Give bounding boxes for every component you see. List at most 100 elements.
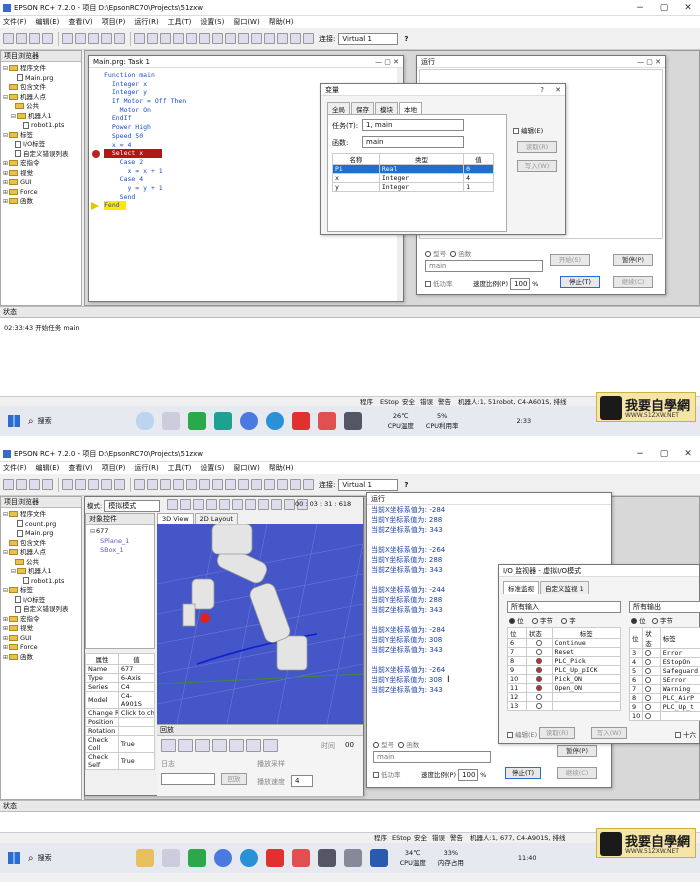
- menu-help[interactable]: 帮助(H): [269, 17, 294, 27]
- radio-byte[interactable]: [532, 618, 538, 624]
- cut-icon[interactable]: [62, 479, 73, 490]
- vision-icon[interactable]: [199, 479, 210, 490]
- maint-icon[interactable]: [303, 479, 314, 490]
- tree-macros[interactable]: ⊞宏指令: [3, 159, 79, 169]
- wps-icon[interactable]: [292, 412, 310, 430]
- menu-view[interactable]: 查看(V): [68, 463, 92, 473]
- force-icon[interactable]: [238, 33, 249, 44]
- wps-icon[interactable]: [266, 849, 284, 867]
- maximize-button[interactable]: ▢: [652, 0, 676, 16]
- tree-custom-errors[interactable]: 自定义错误列表: [3, 605, 79, 615]
- prop-row[interactable]: Change RotClick to change: [86, 709, 155, 718]
- output-led[interactable]: [645, 686, 651, 692]
- menu-help[interactable]: 帮助(H): [269, 463, 294, 473]
- variables-help-icon[interactable]: ?: [540, 86, 544, 94]
- run-func-select[interactable]: main: [425, 260, 543, 272]
- variables-icon[interactable]: [264, 479, 275, 490]
- output-led[interactable]: [645, 650, 651, 656]
- windows-start-icon[interactable]: [8, 415, 20, 427]
- 3d-viewport[interactable]: [157, 524, 363, 724]
- app-blue-icon[interactable]: [214, 849, 232, 867]
- object-box[interactable]: SBox_1: [90, 546, 150, 556]
- table-row[interactable]: 9PLC_Up_pICK: [508, 666, 621, 675]
- new-icon[interactable]: [3, 479, 14, 490]
- menu-edit[interactable]: 编辑(E): [36, 17, 60, 27]
- sim-view-icon[interactable]: [206, 499, 217, 510]
- tree-labels[interactable]: ⊟标签: [3, 586, 79, 596]
- menu-project[interactable]: 项目(P): [102, 17, 126, 27]
- table-row[interactable]: 7Reset: [508, 648, 621, 657]
- minimize-button[interactable]: −: [628, 0, 652, 16]
- jog-icon[interactable]: [173, 33, 184, 44]
- output-led[interactable]: [645, 695, 651, 701]
- io-read-button[interactable]: 读取(R): [539, 727, 575, 739]
- stop-icon[interactable]: [195, 739, 210, 752]
- io-icon[interactable]: [186, 33, 197, 44]
- hex-checkbox[interactable]: 十六: [675, 729, 696, 739]
- input-led[interactable]: [536, 649, 542, 655]
- help-icon[interactable]: ?: [404, 35, 408, 43]
- tree-common[interactable]: 公共: [3, 558, 79, 568]
- table-row[interactable]: 8PLC_AirP: [630, 694, 700, 703]
- tree-force[interactable]: ⊞Force: [3, 188, 79, 198]
- pause-button[interactable]: 暂停(P): [613, 254, 653, 266]
- speed-input[interactable]: 100: [510, 278, 530, 290]
- playback-speed-input[interactable]: 4: [291, 775, 313, 787]
- taskview-icon[interactable]: [162, 849, 180, 867]
- tasks-icon[interactable]: [277, 33, 288, 44]
- app-blue-icon[interactable]: [240, 412, 258, 430]
- status-icon[interactable]: [290, 479, 301, 490]
- save-all-icon[interactable]: [42, 33, 53, 44]
- tree-robot1-pts[interactable]: robot1.pts: [3, 121, 79, 131]
- tree-program-files[interactable]: ⊟程序文件: [3, 64, 79, 74]
- sim-view-icon[interactable]: [180, 499, 191, 510]
- edge-icon[interactable]: [240, 849, 258, 867]
- app-red-icon[interactable]: [318, 412, 336, 430]
- play-icon[interactable]: [161, 739, 176, 752]
- radio-bit[interactable]: [509, 618, 515, 624]
- menu-edit[interactable]: 编辑(E): [36, 463, 60, 473]
- save-icon[interactable]: [29, 479, 40, 490]
- edge-icon[interactable]: [266, 412, 284, 430]
- menu-run[interactable]: 运行(R): [134, 463, 158, 473]
- new-icon[interactable]: [3, 33, 14, 44]
- taskbar-search[interactable]: 搜索: [38, 853, 52, 863]
- forward-icon[interactable]: [229, 739, 244, 752]
- radio-word[interactable]: [561, 618, 567, 624]
- input-led[interactable]: [536, 667, 542, 673]
- table-row[interactable]: 3Error: [630, 649, 700, 658]
- inputs-select[interactable]: 所有输入: [507, 601, 621, 613]
- menu-window[interactable]: 窗口(W): [233, 17, 259, 27]
- variables-close-icon[interactable]: ✕: [555, 86, 561, 94]
- input-led[interactable]: [536, 694, 542, 700]
- weather-icon[interactable]: [136, 412, 154, 430]
- cut-icon[interactable]: [62, 33, 73, 44]
- menu-view[interactable]: 查看(V): [68, 17, 92, 27]
- force-icon[interactable]: [238, 479, 249, 490]
- gui-icon[interactable]: [251, 33, 262, 44]
- connect-select[interactable]: Virtual 1: [338, 479, 398, 491]
- tree-functions[interactable]: ⊞函数: [3, 197, 79, 207]
- undo-icon[interactable]: [101, 33, 112, 44]
- editor-close-icon[interactable]: — ▢ ✕: [375, 56, 399, 68]
- close-button[interactable]: ✕: [676, 446, 700, 462]
- menu-file[interactable]: 文件(F): [3, 463, 27, 473]
- sim-view-icon[interactable]: [284, 499, 295, 510]
- search-icon[interactable]: ⌕: [28, 416, 34, 427]
- menu-project[interactable]: 项目(P): [102, 463, 126, 473]
- tree-common[interactable]: 公共: [3, 102, 79, 112]
- tree-functions[interactable]: ⊞函数: [3, 653, 79, 663]
- windows-start-icon[interactable]: [8, 852, 20, 864]
- table-row[interactable]: 11Open_ON: [508, 684, 621, 693]
- input-led[interactable]: [536, 703, 542, 709]
- sim-mode-select[interactable]: 模拟模式: [104, 500, 160, 512]
- tree-macros[interactable]: ⊞宏指令: [3, 615, 79, 625]
- sim-view-icon[interactable]: [271, 499, 282, 510]
- build-icon[interactable]: [134, 479, 145, 490]
- pause-icon[interactable]: [178, 739, 193, 752]
- tree-vision[interactable]: ⊞视觉: [3, 169, 79, 179]
- radio-model[interactable]: [425, 251, 431, 257]
- write-button[interactable]: 写入(W): [517, 160, 557, 172]
- run-close-icon[interactable]: — ▢ ✕: [637, 56, 661, 68]
- rewind-icon[interactable]: [212, 739, 227, 752]
